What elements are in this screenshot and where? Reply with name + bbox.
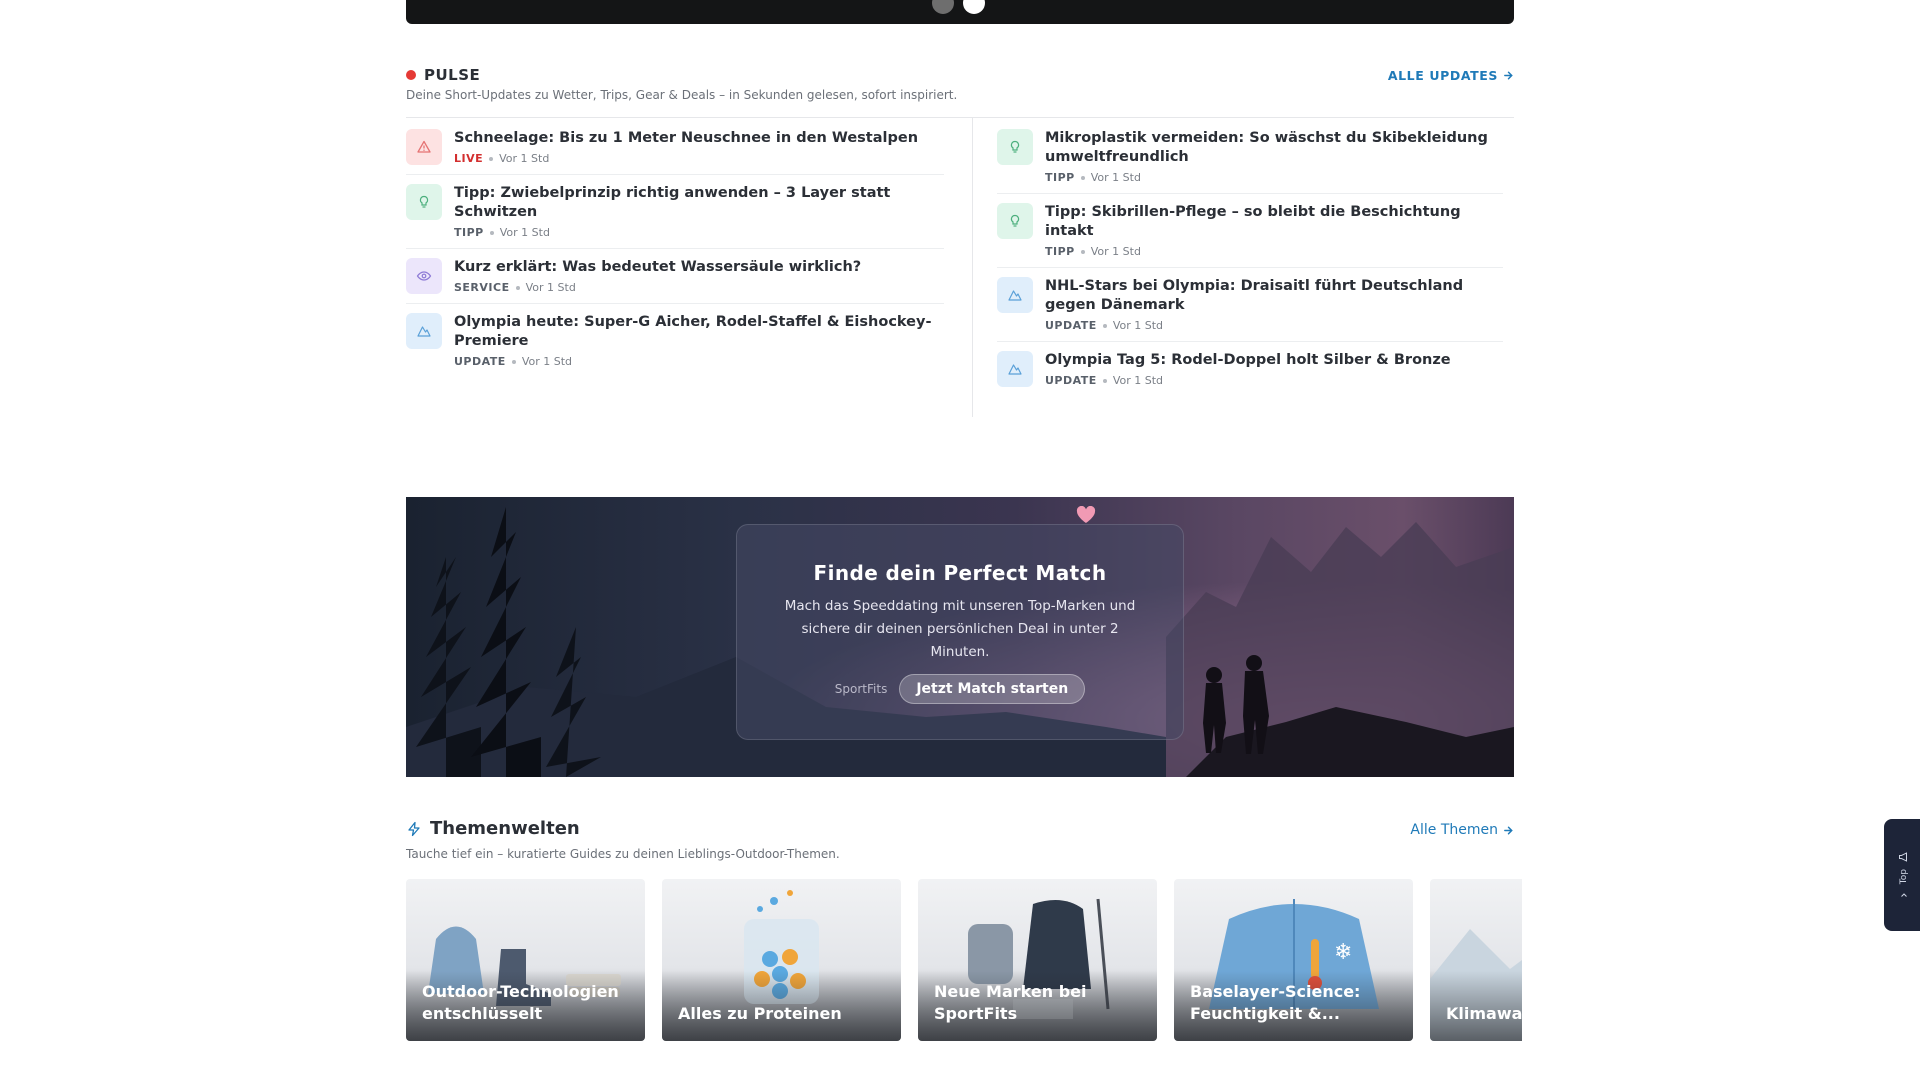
all-topics-label: Alle Themen — [1410, 822, 1498, 838]
pulse-item-tag: UPDATE — [1045, 319, 1097, 332]
pulse-title: PULSE — [406, 66, 480, 84]
arrow-right-icon — [1504, 826, 1513, 834]
hero-carousel — [406, 0, 1514, 24]
lightning-icon — [408, 821, 420, 836]
pulse-item-tag: UPDATE — [1045, 374, 1097, 387]
lightbulb-icon — [997, 129, 1033, 165]
pulse-item-tag: UPDATE — [454, 355, 506, 368]
perfect-match-title: Finde dein Perfect Match — [813, 561, 1107, 585]
live-dot-icon — [406, 70, 416, 80]
pulse-item[interactable]: Mikroplastik vermeiden: So wäschst du Sk… — [997, 120, 1503, 194]
pulse-list-right: Mikroplastik vermeiden: So wäschst du Sk… — [997, 120, 1503, 396]
eye-icon — [406, 258, 442, 294]
topic-card-label: Klimawa... Bergspo... — [1446, 1004, 1522, 1023]
mountain-icon — [997, 351, 1033, 387]
arrow-right-icon — [1504, 71, 1513, 80]
pulse-divider-line — [406, 117, 1514, 118]
brand-label: SportFits — [834, 682, 888, 696]
pulse-item-tag: TIPP — [454, 226, 484, 239]
lightbulb-icon — [997, 203, 1033, 239]
all-updates-link[interactable]: ALLE UPDATES — [1388, 68, 1514, 83]
themen-carousel: Outdoor-Technologien entschlüsselt Alles… — [406, 879, 1522, 1041]
all-updates-label: ALLE UPDATES — [1387, 68, 1498, 83]
topic-card-label: Neue Marken bei SportFits — [934, 982, 1087, 1023]
pulse-item-time: Vor 1 Std — [1112, 319, 1164, 332]
pulse-item[interactable]: Olympia heute: Super-G Aicher, Rodel-Sta… — [406, 304, 944, 377]
pulse-item-tag: LIVE — [454, 152, 484, 165]
pulse-item-title: Tipp: Zwiebelprinzip richtig anwenden – … — [454, 185, 891, 220]
perfect-match-banner: Finde dein Perfect Match Mach das Speedd… — [406, 497, 1514, 777]
mountain-icon — [997, 277, 1033, 313]
topic-card[interactable]: ❄ Baselayer-Science: Feuchtigkeit &... — [1174, 879, 1413, 1041]
pulse-item-title: Olympia Tag 5: Rodel-Doppel holt Silber … — [1045, 352, 1451, 368]
svg-text:❄: ❄ — [1334, 940, 1352, 965]
pulse-item-title: Kurz erklärt: Was bedeutet Wassersäule w… — [454, 259, 862, 275]
all-topics-link[interactable]: Alle Themen — [1410, 822, 1514, 838]
pulse-item[interactable]: NHL-Stars bei Olympia: Draisaitl führt D… — [997, 268, 1503, 342]
themen-title: Themenwelten — [406, 818, 580, 839]
pulse-item[interactable]: Tipp: Skibrillen-Pflege – so bleibt die … — [997, 194, 1503, 268]
carousel-dot-active[interactable] — [963, 0, 985, 14]
themen-header: Themenwelten Tauche tief ein – kuratiert… — [406, 818, 1514, 861]
mountain-icon — [406, 313, 442, 349]
pulse-subtitle: Deine Short-Updates zu Wetter, Trips, Ge… — [406, 88, 958, 102]
start-match-button[interactable]: Jetzt Match starten — [899, 674, 1086, 704]
pulse-item[interactable]: Tipp: Zwiebelprinzip richtig anwenden – … — [406, 175, 944, 249]
pulse-item-tag: TIPP — [1045, 171, 1075, 184]
pulse-item-title: Olympia heute: Super-G Aicher, Rodel-Sta… — [454, 314, 932, 349]
pulse-item-time: Vor 1 Std — [521, 355, 573, 368]
perfect-match-text: Mach das Speeddating mit unseren Top-Mar… — [784, 598, 1136, 660]
carousel-dot[interactable] — [932, 0, 954, 14]
pulse-item-time: Vor 1 Std — [1090, 171, 1141, 184]
megaphone-icon — [1899, 852, 1907, 863]
pulse-item-title: Schneelage: Bis zu 1 Meter Neuschnee in … — [454, 130, 919, 146]
topic-card[interactable]: Alles zu Proteinen — [662, 879, 901, 1041]
pulse-item[interactable]: Olympia Tag 5: Rodel-Doppel holt Silber … — [997, 342, 1503, 396]
lightbulb-icon — [406, 184, 442, 220]
pulse-item-time: Vor 1 Std — [1112, 374, 1164, 387]
topic-card-label: Outdoor-Technologien entschlüsselt — [422, 982, 619, 1023]
warning-icon — [406, 129, 442, 165]
top-label: Top — [1899, 869, 1909, 885]
topic-card-label: Baselayer-Science: Feuchtigkeit &... — [1190, 982, 1361, 1023]
topic-card[interactable]: Outdoor-Technologien entschlüsselt — [406, 879, 645, 1041]
pulse-column-divider — [972, 117, 973, 417]
pulse-item[interactable]: Kurz erklärt: Was bedeutet Wassersäule w… — [406, 249, 944, 304]
chevron-up-icon — [1901, 892, 1907, 897]
pulse-item-tag: TIPP — [1045, 245, 1075, 258]
pulse-item-title: Tipp: Skibrillen-Pflege – so bleibt die … — [1045, 204, 1461, 239]
topic-card-label: Alles zu Proteinen — [678, 1004, 842, 1023]
pulse-item-title: NHL-Stars bei Olympia: Draisaitl führt D… — [1045, 278, 1464, 313]
themen-subtitle: Tauche tief ein – kuratierte Guides zu d… — [406, 847, 840, 861]
topic-card[interactable]: Neue Marken bei SportFits — [918, 879, 1157, 1041]
pulse-item[interactable]: Schneelage: Bis zu 1 Meter Neuschnee in … — [406, 120, 944, 175]
pulse-item-tag: SERVICE — [454, 281, 510, 294]
pulse-item-time: Vor 1 Std — [1090, 245, 1141, 258]
perfect-match-card: Finde dein Perfect Match Mach das Speedd… — [736, 524, 1184, 740]
pulse-header: PULSE Deine Short-Updates zu Wetter, Tri… — [406, 66, 1514, 106]
back-to-top-button[interactable]: Top — [1884, 819, 1920, 931]
pulse-list-left: Schneelage: Bis zu 1 Meter Neuschnee in … — [406, 120, 944, 377]
pulse-item-time: Vor 1 Std — [499, 152, 550, 165]
themen-title-text: Themenwelten — [430, 818, 580, 839]
pulse-item-time: Vor 1 Std — [525, 281, 576, 294]
topic-card[interactable]: Klimawa... Bergspo... — [1430, 879, 1522, 1041]
pulse-item-time: Vor 1 Std — [499, 226, 550, 239]
pulse-item-title: Mikroplastik vermeiden: So wäschst du Sk… — [1045, 130, 1488, 165]
pulse-title-text: PULSE — [424, 66, 481, 84]
